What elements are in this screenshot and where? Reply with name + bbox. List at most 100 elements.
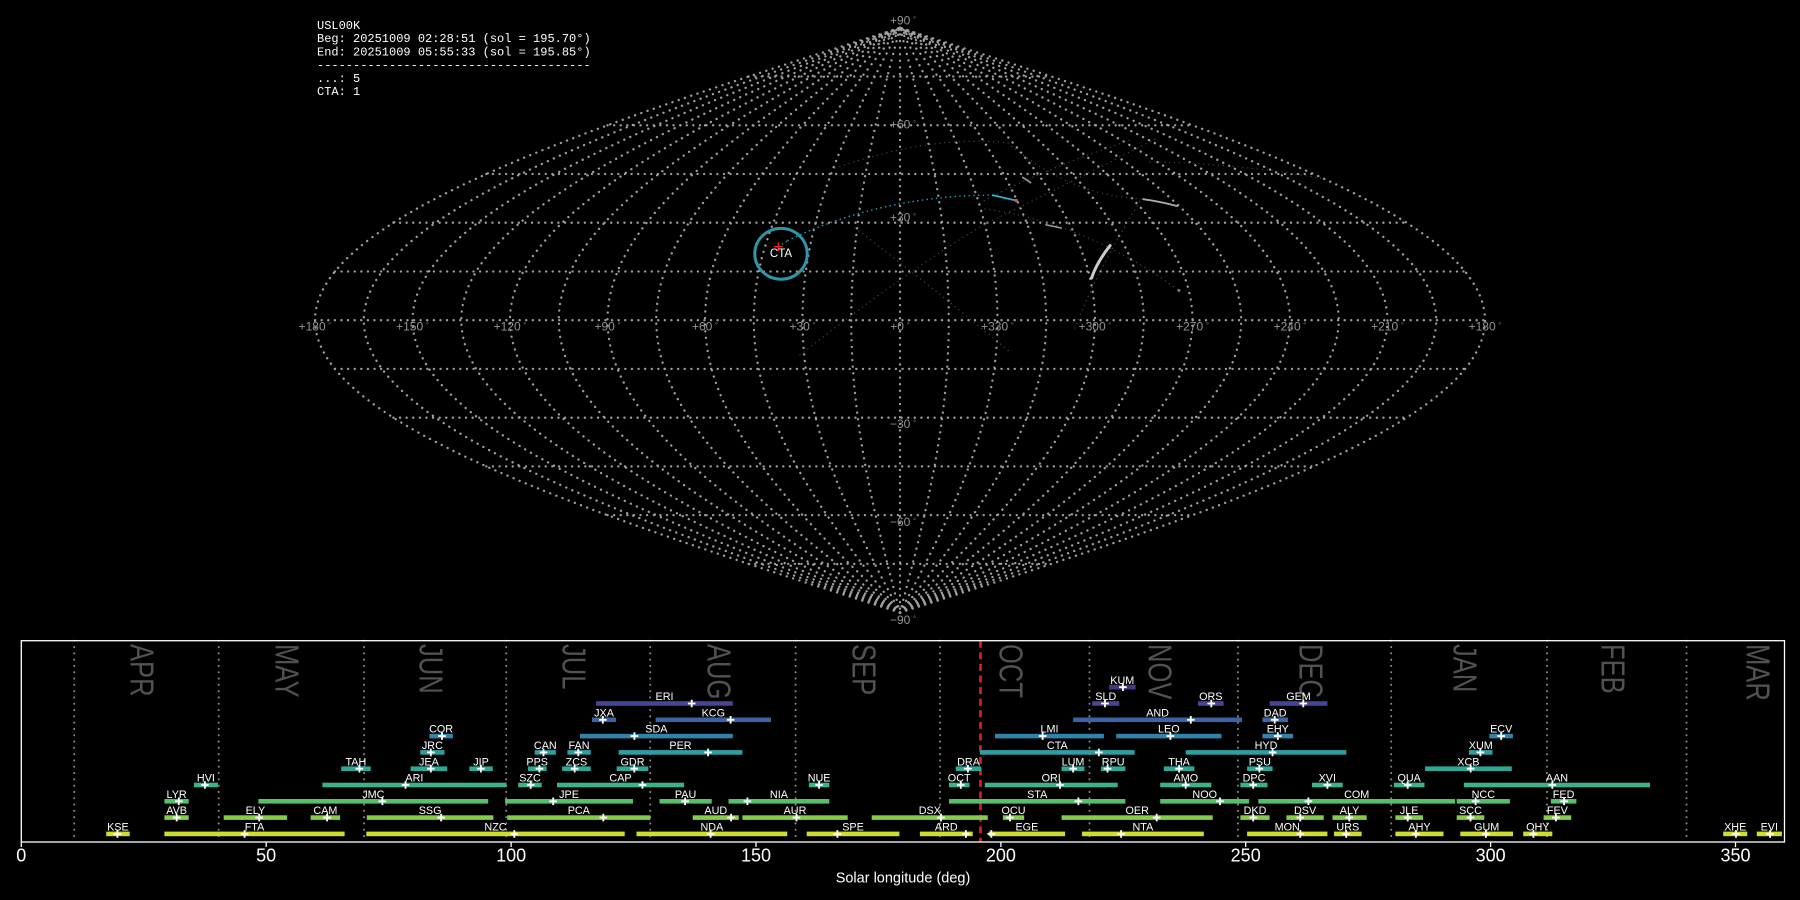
svg-text:CTA: CTA [1047,740,1069,752]
svg-text:XUM: XUM [1469,740,1493,752]
svg-text:AUD: AUD [704,805,727,817]
svg-text:ZCS: ZCS [566,756,588,768]
svg-text:PER: PER [669,740,691,752]
svg-text:SSG: SSG [419,805,442,817]
svg-text:DEC: DEC [1292,644,1329,698]
svg-text:XVI: XVI [1319,773,1336,785]
svg-text:LYR: LYR [166,789,186,801]
svg-text:HYD: HYD [1255,740,1278,752]
svg-text:NIA: NIA [770,789,789,801]
svg-text:JAN: JAN [1446,644,1483,692]
svg-text:STA: STA [1027,789,1048,801]
svg-text:AUR: AUR [784,805,807,817]
svg-text:PAU: PAU [675,789,696,801]
svg-text:250: 250 [1231,846,1261,866]
svg-text:LUM: LUM [1062,756,1085,768]
svg-text:Beg: 20251009 02:28:51 (sol =: Beg: 20251009 02:28:51 (sol = 195.70°) [317,32,591,46]
svg-text:AVB: AVB [166,805,187,817]
svg-text:HVI: HVI [197,773,215,785]
svg-text:200: 200 [986,846,1016,866]
svg-text:CTA: CTA [770,248,792,260]
svg-text:FED: FED [1553,789,1575,801]
svg-text:DRA: DRA [957,756,981,768]
svg-text:KSE: KSE [107,822,129,834]
svg-text:JMC: JMC [362,789,384,801]
svg-text:PPS: PPS [526,756,548,768]
svg-text:DAD: DAD [1264,707,1287,719]
svg-text:QUA: QUA [1397,773,1421,785]
svg-text:JXA: JXA [594,707,615,719]
svg-text:SZC: SZC [519,773,541,785]
svg-text:FAN: FAN [569,740,590,752]
svg-text:350: 350 [1720,846,1750,866]
svg-text:SEP: SEP [845,644,882,695]
svg-text:XCB: XCB [1457,756,1479,768]
svg-text:NUE: NUE [808,773,831,785]
svg-text:NDA: NDA [701,822,725,834]
svg-text:Solar longitude (deg): Solar longitude (deg) [836,871,971,887]
svg-text:JUL: JUL [555,644,592,689]
svg-text:JEA: JEA [419,756,440,768]
svg-text:JUN: JUN [412,644,449,694]
svg-text:NCC: NCC [1472,789,1496,801]
svg-text:LMI: LMI [1041,724,1059,736]
svg-text:AMO: AMO [1174,773,1199,785]
svg-text:CAP: CAP [609,773,631,785]
svg-text:ECV: ECV [1490,724,1513,736]
svg-text:50: 50 [256,846,276,866]
svg-text:KCG: KCG [702,707,725,719]
svg-text:...: 5: ...: 5 [317,72,360,86]
svg-text:NTA: NTA [1133,822,1155,834]
svg-text:MAR: MAR [1739,644,1776,701]
svg-text:FEV: FEV [1547,805,1569,817]
svg-text:ARI: ARI [405,773,423,785]
svg-text:------------------------------: -------------------------------------- [317,59,591,73]
svg-text:FEB: FEB [1594,644,1631,694]
svg-text:DPC: DPC [1243,773,1266,785]
svg-text:AHY: AHY [1408,822,1430,834]
svg-text:OCT: OCT [948,773,971,785]
svg-text:XHE: XHE [1724,822,1746,834]
svg-text:EGE: EGE [1015,822,1038,834]
svg-text:ORI: ORI [1042,773,1061,785]
svg-text:EHY: EHY [1267,724,1289,736]
svg-text:KUM: KUM [1110,675,1134,687]
svg-text:NOV: NOV [1141,644,1178,700]
svg-text:ERI: ERI [656,691,674,703]
svg-text:AUG: AUG [700,644,737,699]
svg-text:CAM: CAM [313,805,337,817]
svg-text:OER: OER [1125,805,1149,817]
svg-text:COM: COM [1344,789,1369,801]
svg-text:NOO: NOO [1192,789,1217,801]
svg-text:ELY: ELY [246,805,266,817]
svg-text:JIP: JIP [473,756,489,768]
svg-text:SDA: SDA [645,724,668,736]
svg-text:TAH: TAH [346,756,367,768]
svg-text:OCU: OCU [1002,805,1026,817]
svg-text:AAN: AAN [1546,773,1568,785]
svg-text:MAY: MAY [268,644,305,698]
svg-text:DSX: DSX [919,805,941,817]
svg-text:150: 150 [741,846,771,866]
svg-text:AND: AND [1146,707,1169,719]
svg-text:ORS: ORS [1199,691,1222,703]
svg-text:PCA: PCA [568,805,591,817]
svg-text:EVI: EVI [1761,822,1778,834]
svg-text:THA: THA [1168,756,1190,768]
svg-text:URS: URS [1336,822,1359,834]
svg-text:COR: COR [429,724,453,736]
svg-text:FTA: FTA [245,822,265,834]
svg-text:APR: APR [123,644,160,697]
svg-text:LEO: LEO [1158,724,1180,736]
svg-text:End: 20251009 05:55:33 (sol =: End: 20251009 05:55:33 (sol = 195.85°) [317,45,591,59]
svg-text:JLE: JLE [1400,805,1419,817]
svg-text:300: 300 [1476,846,1506,866]
svg-text:OCT: OCT [992,644,1029,698]
svg-text:SPE: SPE [842,822,864,834]
svg-text:NZC: NZC [484,822,506,834]
svg-text:MON: MON [1275,822,1300,834]
svg-text:GDR: GDR [621,756,645,768]
svg-text:0: 0 [16,846,26,866]
svg-text:PSU: PSU [1249,756,1271,768]
svg-text:GUM: GUM [1474,822,1499,834]
